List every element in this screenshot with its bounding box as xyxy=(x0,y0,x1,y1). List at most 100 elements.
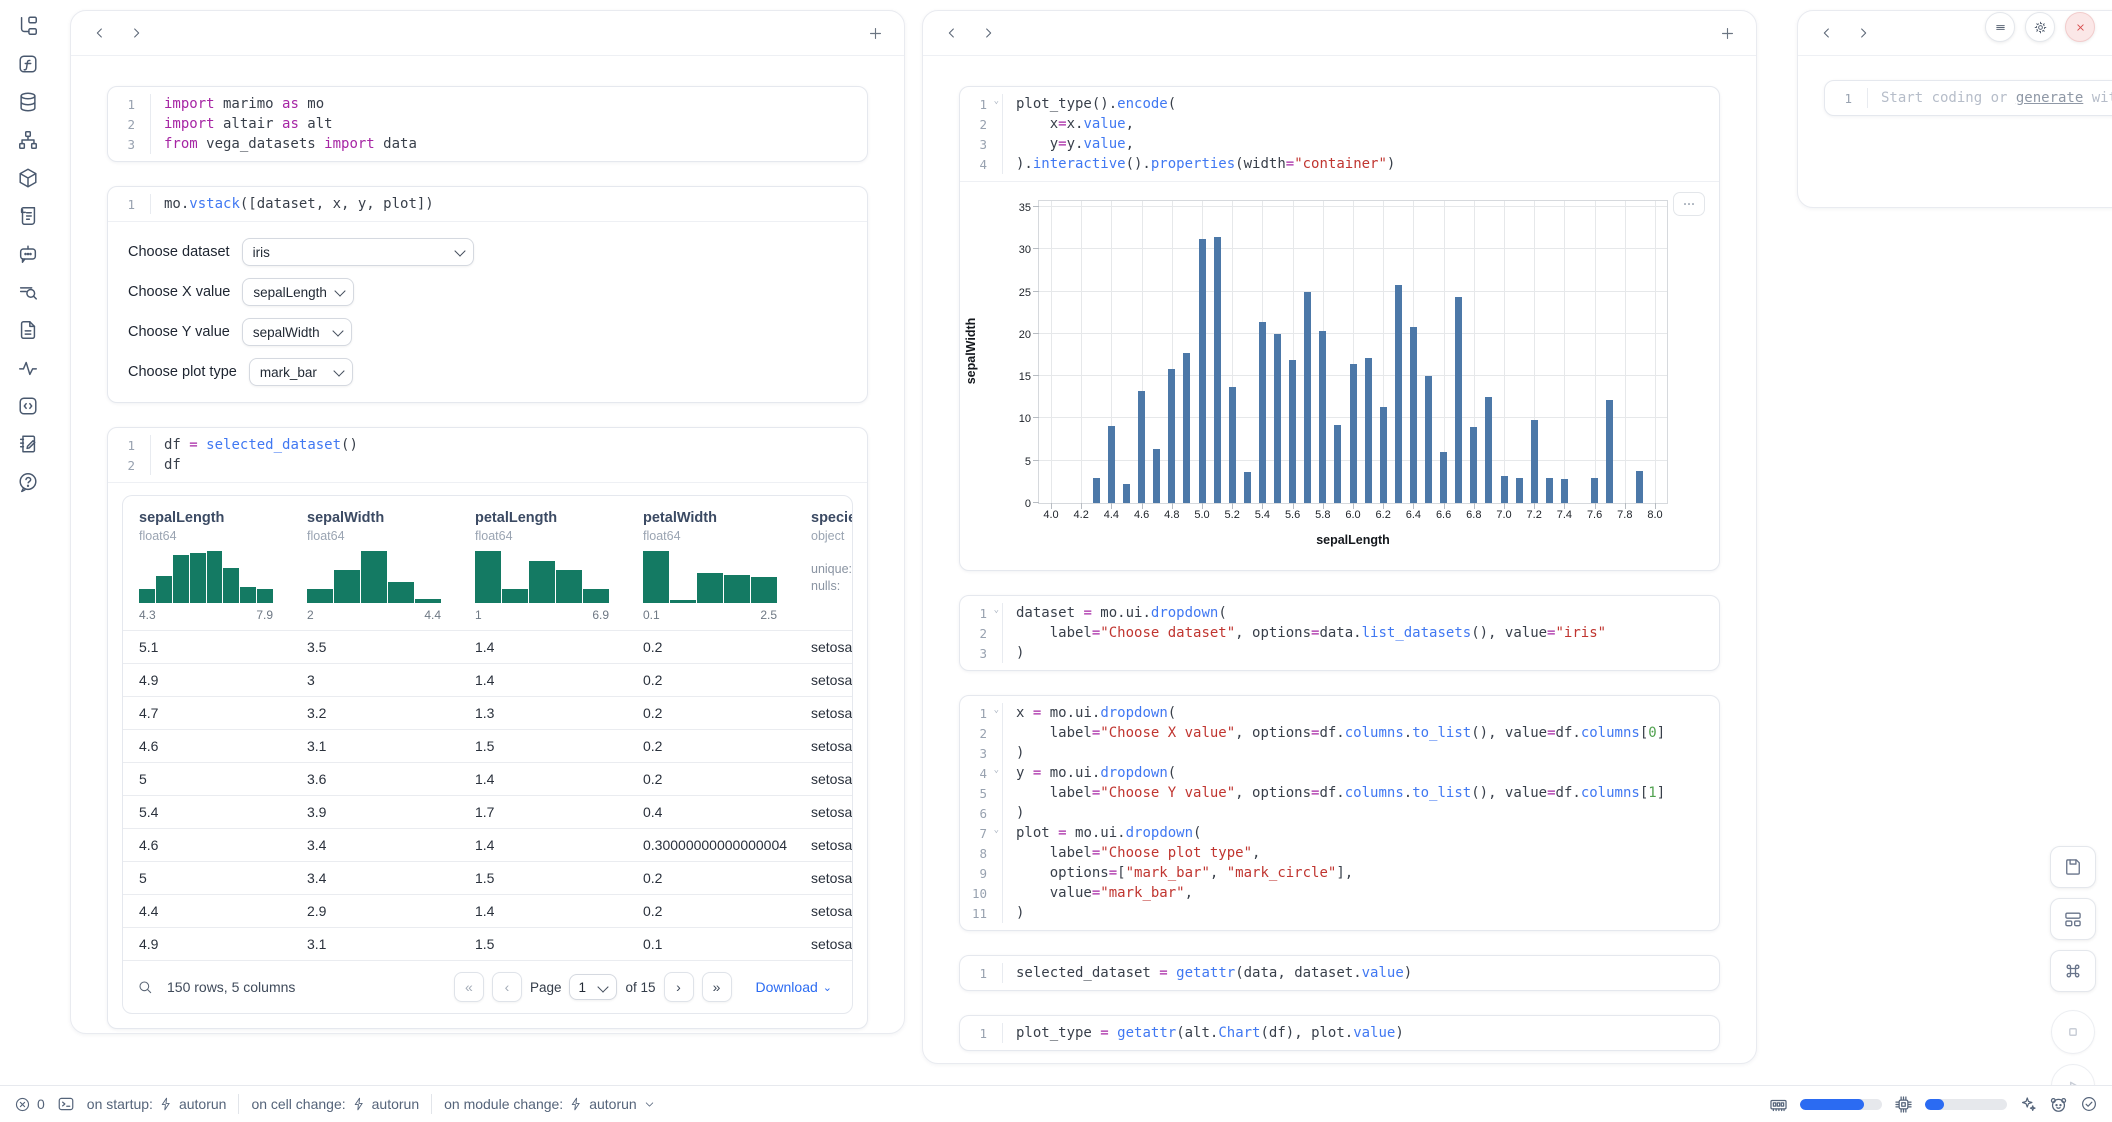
file-tree-icon[interactable] xyxy=(13,14,43,38)
table-cell: 1.4 xyxy=(459,672,627,688)
chart-bar xyxy=(1455,297,1462,503)
chevron-down-icon xyxy=(643,1098,656,1111)
table-row: 5.43.91.70.4setosa xyxy=(123,795,852,828)
code-line: ) xyxy=(1003,803,1719,823)
first-page-button[interactable]: « xyxy=(454,972,484,1002)
chart-bar xyxy=(1214,237,1221,503)
chart-bar xyxy=(1561,479,1568,503)
table-row: 4.931.40.2setosa xyxy=(123,663,852,696)
table-cell: 4.9 xyxy=(123,936,291,952)
page-select[interactable]: 1 xyxy=(569,974,617,1000)
column-histogram xyxy=(475,551,609,603)
chart-menu-button[interactable] xyxy=(1673,192,1705,216)
chat-bot-icon[interactable] xyxy=(13,242,43,266)
help-icon[interactable] xyxy=(13,470,43,494)
chevron-right-icon[interactable] xyxy=(1850,20,1876,46)
code-line: df = selected_dataset() xyxy=(151,435,867,455)
table-cell: setosa xyxy=(795,936,852,952)
chart-bar xyxy=(1108,426,1115,503)
log-search-icon[interactable] xyxy=(13,280,43,304)
code-line: df xyxy=(151,455,867,475)
table-cell: 5 xyxy=(123,771,291,787)
code-editor[interactable]: 1⌄234⌄567⌄891011x = mo.ui.dropdown( labe… xyxy=(960,696,1719,930)
terminal-icon[interactable] xyxy=(57,1095,75,1113)
column-header[interactable]: sepalWidthfloat6424.4 xyxy=(291,510,459,622)
fold-icon[interactable]: ⌄ xyxy=(994,605,999,615)
chevron-right-icon[interactable] xyxy=(123,20,149,46)
x-value-select[interactable]: sepalLength xyxy=(242,278,354,306)
chevron-left-icon[interactable] xyxy=(1814,20,1840,46)
code-editor[interactable]: 1plot_type = getattr(alt.Chart(df), plot… xyxy=(960,1016,1719,1050)
document-icon[interactable] xyxy=(13,318,43,342)
plot-type-select[interactable]: mark_bar xyxy=(249,358,353,386)
column-header[interactable]: petalLengthfloat6416.9 xyxy=(459,510,627,622)
database-icon[interactable] xyxy=(13,90,43,114)
code-editor[interactable]: 1⌄23dataset = mo.ui.dropdown( label="Cho… xyxy=(960,596,1719,670)
stop-icon[interactable] xyxy=(2051,1010,2095,1054)
chevron-left-icon[interactable] xyxy=(87,20,113,46)
column-header[interactable]: speciesobjectunique:nulls: xyxy=(795,510,852,622)
scratchpad-icon[interactable] xyxy=(13,432,43,456)
chart-bar xyxy=(1501,476,1508,503)
code-block-icon[interactable] xyxy=(13,394,43,418)
fold-icon[interactable]: ⌄ xyxy=(994,96,999,106)
download-button[interactable]: Download⌄ xyxy=(750,978,838,996)
chart-bar xyxy=(1380,407,1387,503)
search-icon[interactable] xyxy=(137,979,153,995)
save-icon[interactable] xyxy=(2050,846,2096,888)
on-startup-toggle[interactable]: on startup: autorun xyxy=(87,1096,227,1112)
table-cell: setosa xyxy=(795,903,852,919)
column-header[interactable]: sepalLengthfloat644.37.9 xyxy=(123,510,291,622)
code-editor[interactable]: 1⌄234plot_type().encode( x=x.value, y=y.… xyxy=(960,87,1719,181)
errors-button[interactable]: 0 xyxy=(14,1096,45,1113)
fold-icon[interactable]: ⌄ xyxy=(994,705,999,715)
error-count: 0 xyxy=(37,1096,45,1112)
package-icon[interactable] xyxy=(13,166,43,190)
column-header[interactable]: petalWidthfloat640.12.5 xyxy=(627,510,795,622)
code-editor[interactable]: 1 Start coding or generate with xyxy=(1825,81,2112,115)
robot-icon[interactable] xyxy=(2049,1095,2068,1114)
dependency-graph-icon[interactable] xyxy=(13,128,43,152)
chart-bar xyxy=(1183,353,1190,503)
layout-icon[interactable] xyxy=(2050,898,2096,940)
table-cell: 3.9 xyxy=(291,804,459,820)
function-icon[interactable] xyxy=(13,52,43,76)
chevron-right-icon[interactable] xyxy=(975,20,1001,46)
code-editor[interactable]: 1selected_dataset = getattr(data, datase… xyxy=(960,956,1719,990)
sparkles-icon[interactable] xyxy=(2019,1095,2037,1113)
prev-page-button[interactable]: ‹ xyxy=(492,972,522,1002)
code-editor[interactable]: 12df = selected_dataset()df xyxy=(108,428,867,482)
add-cell-button[interactable] xyxy=(1714,20,1740,46)
activity-icon[interactable] xyxy=(13,356,43,380)
fold-icon[interactable]: ⌄ xyxy=(994,825,999,835)
table-cell: setosa xyxy=(795,804,852,820)
bolt-icon xyxy=(159,1097,173,1111)
y-value-select[interactable]: sepalWidth xyxy=(242,318,352,346)
code-line: from vega_datasets import data xyxy=(151,134,867,154)
next-page-button[interactable]: › xyxy=(664,972,694,1002)
menu-icon[interactable] xyxy=(1985,12,2015,42)
table-cell: 1.3 xyxy=(459,705,627,721)
fold-icon[interactable]: ⌄ xyxy=(994,765,999,775)
close-icon[interactable] xyxy=(2065,12,2095,42)
notebook-column-left: 123import marimo as moimport altair as a… xyxy=(70,10,905,1034)
on-cell-change-toggle[interactable]: on cell change: autorun xyxy=(251,1096,419,1112)
check-circle-icon[interactable] xyxy=(2080,1095,2098,1113)
dataset-select[interactable]: iris xyxy=(242,238,474,266)
altair-bar-chart[interactable]: sepalWidth sepalLength 051015202530354.0… xyxy=(1038,200,1668,504)
chevron-left-icon[interactable] xyxy=(939,20,965,46)
on-module-change-toggle[interactable]: on module change: autorun xyxy=(444,1096,656,1112)
code-editor[interactable]: 1mo.vstack([dataset, x, y, plot]) xyxy=(108,187,867,221)
table-cell: 0.2 xyxy=(627,903,795,919)
code-editor[interactable]: 123import marimo as moimport altair as a… xyxy=(108,87,867,161)
column-header-bar xyxy=(923,11,1756,56)
add-cell-button[interactable] xyxy=(862,20,888,46)
chart-bar xyxy=(1168,369,1175,503)
gear-icon[interactable] xyxy=(2025,12,2055,42)
chart-bar xyxy=(1153,449,1160,503)
generate-link[interactable]: generate xyxy=(2016,90,2083,106)
command-icon[interactable] xyxy=(2050,950,2096,992)
chart-bar xyxy=(1334,425,1341,503)
last-page-button[interactable]: » xyxy=(702,972,732,1002)
script-icon[interactable] xyxy=(13,204,43,228)
